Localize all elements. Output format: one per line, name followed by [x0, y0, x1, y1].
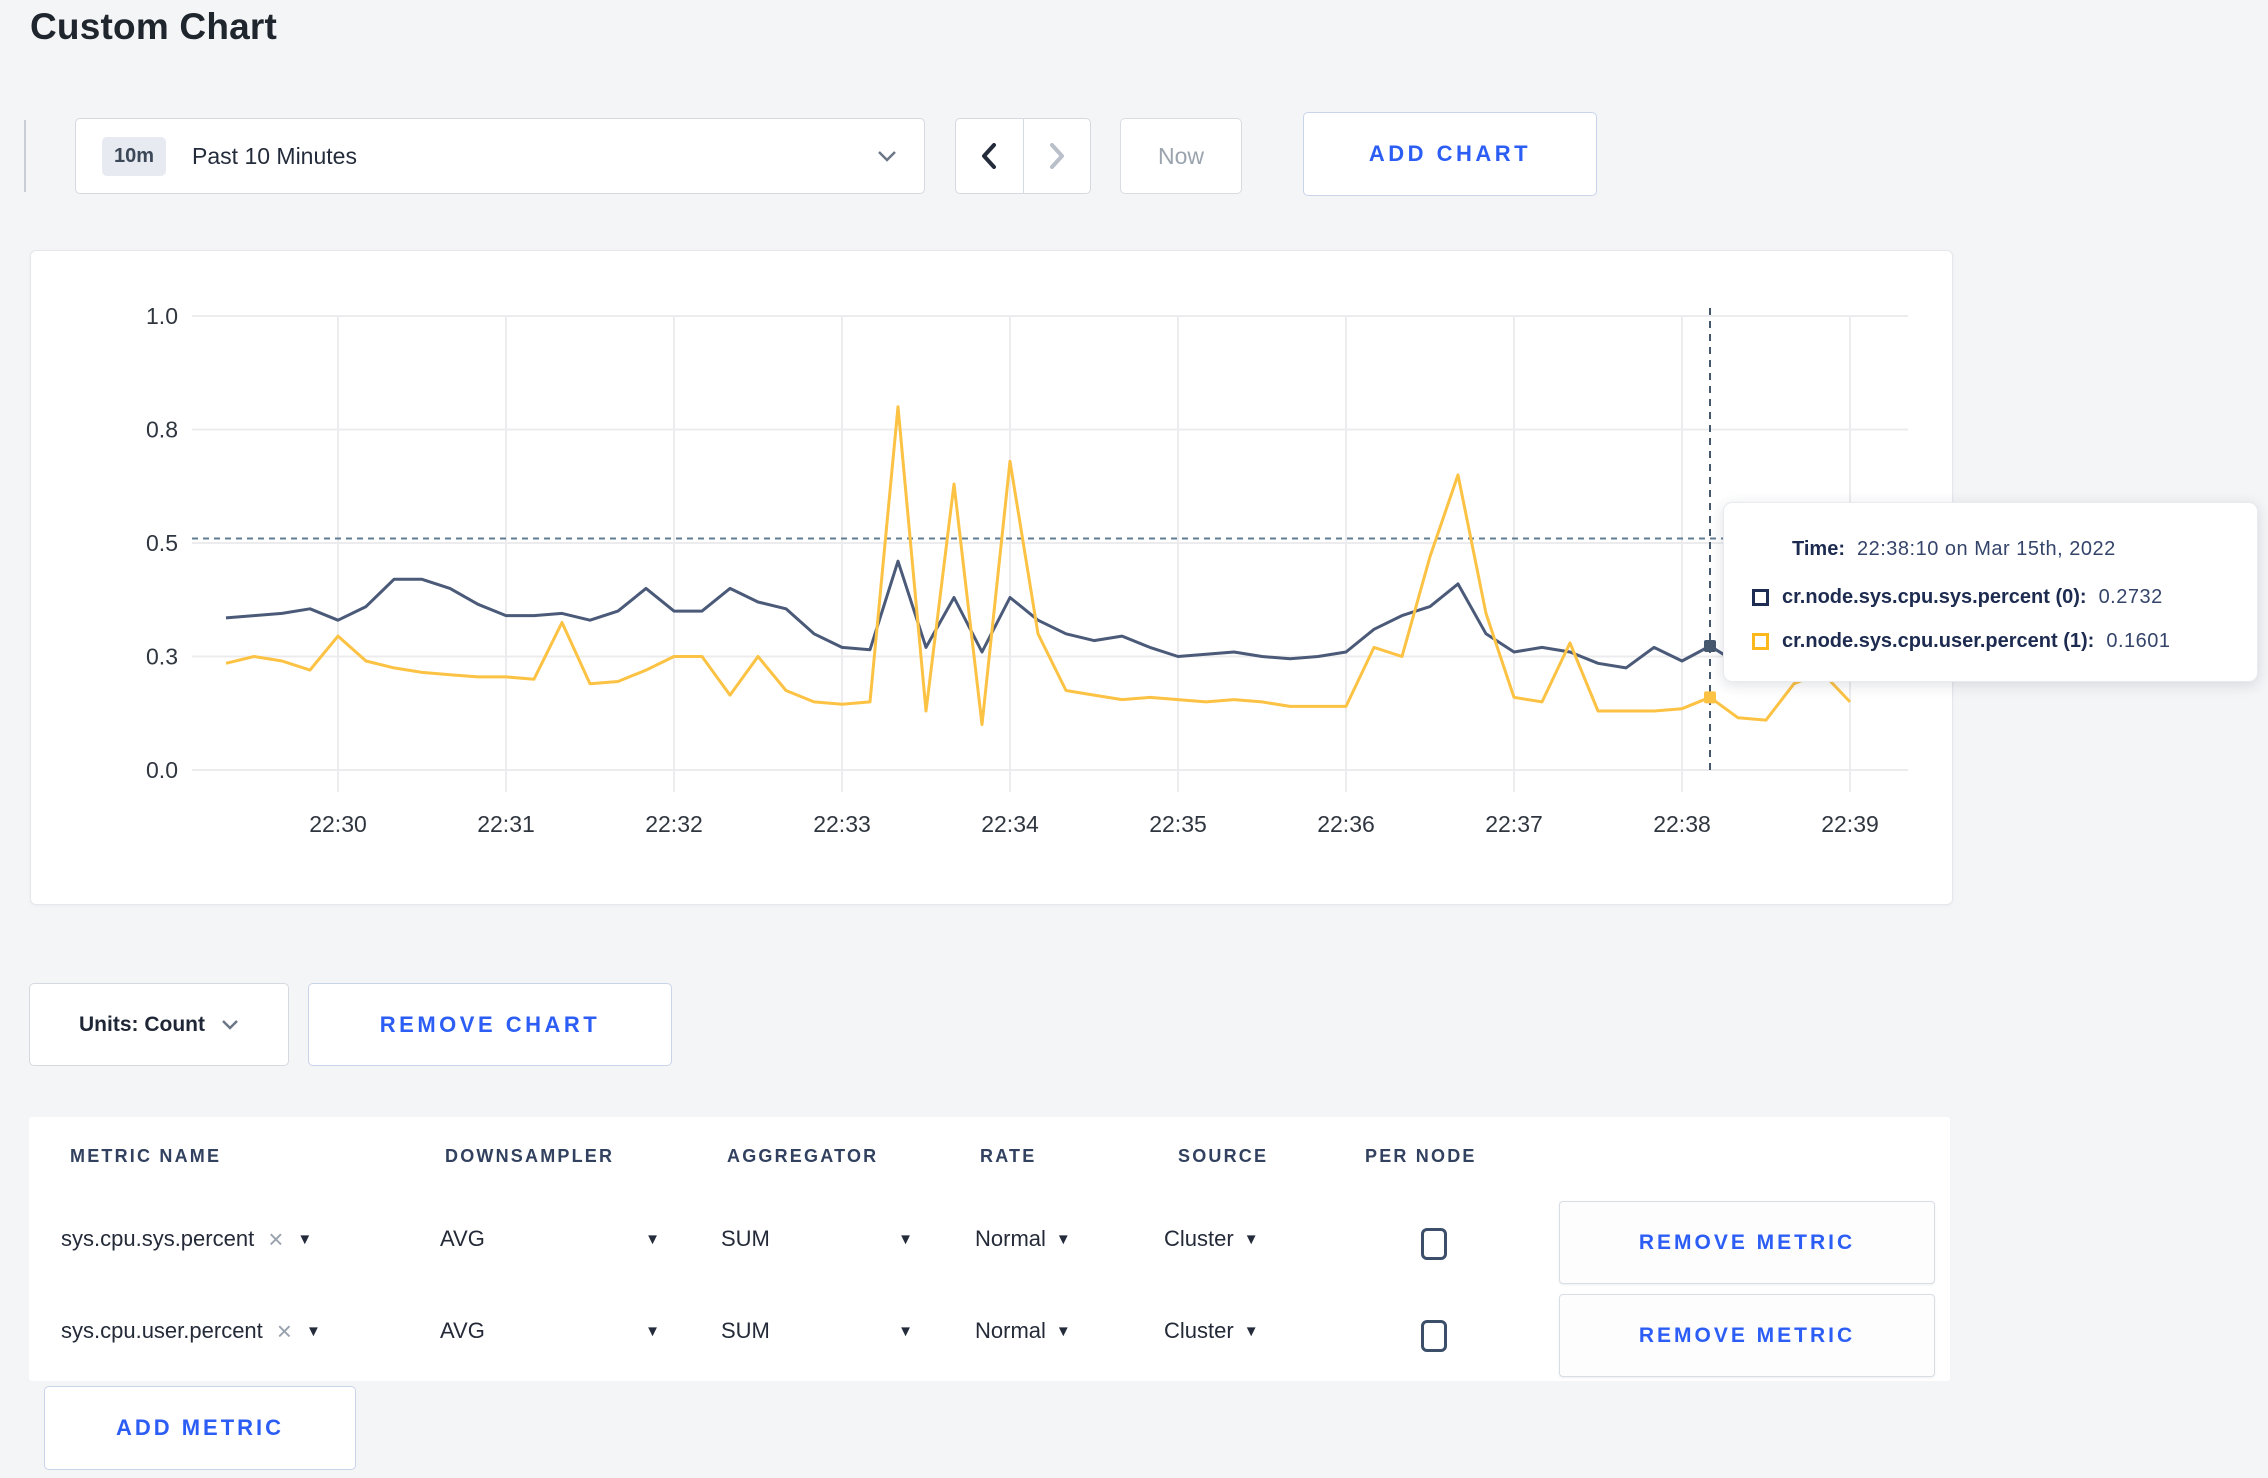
- col-header-aggregator: AGGREGATOR: [727, 1146, 879, 1166]
- x-axis-tick-label: 22:33: [813, 811, 871, 837]
- metric-name-text: sys.cpu.user.percent: [61, 1318, 263, 1343]
- chevron-left-icon: [982, 143, 997, 169]
- y-axis-tick-label: 0.8: [146, 417, 178, 443]
- units-dropdown[interactable]: Units: Count: [29, 983, 289, 1066]
- chevron-down-icon: [222, 1019, 238, 1030]
- x-axis-tick-label: 22:39: [1821, 811, 1879, 837]
- x-axis-tick-label: 22:37: [1485, 811, 1543, 837]
- downsampler-value: AVG: [440, 1318, 485, 1343]
- time-range-label: Past 10 Minutes: [192, 142, 357, 169]
- downsampler-value: AVG: [440, 1226, 485, 1251]
- y-axis-tick-label: 0.0: [146, 757, 178, 783]
- per-node-checkbox[interactable]: [1421, 1320, 1447, 1352]
- aggregator-value: SUM: [721, 1318, 770, 1343]
- table-row-metric-name[interactable]: sys.cpu.sys.percent × ▼: [61, 1226, 312, 1252]
- caret-down-icon: ▼: [645, 1230, 660, 1248]
- downsampler-select[interactable]: AVG ▼: [440, 1226, 660, 1252]
- caret-down-icon: ▼: [1243, 1322, 1259, 1340]
- now-button[interactable]: Now: [1120, 118, 1242, 194]
- remove-metric-button[interactable]: REMOVE METRIC: [1559, 1201, 1935, 1284]
- prev-time-button[interactable]: [956, 119, 1024, 193]
- x-axis-tick-label: 22:32: [645, 811, 703, 837]
- remove-chart-button[interactable]: REMOVE CHART: [308, 983, 672, 1066]
- caret-down-icon[interactable]: ▼: [297, 1231, 312, 1248]
- col-header-metric-name: METRIC NAME: [70, 1146, 222, 1166]
- chart-hover-tooltip: Time: 22:38:10 on Mar 15th, 2022 cr.node…: [1723, 502, 2258, 682]
- rate-select[interactable]: Normal ▼: [975, 1226, 1071, 1252]
- caret-down-icon[interactable]: ▼: [306, 1323, 321, 1340]
- x-axis-tick-label: 22:36: [1317, 811, 1375, 837]
- timeseries-chart[interactable]: 0.0 0.3 0.5 0.8 1.0 22:30 22:31 22:32 22:33 22:34…: [30, 250, 1953, 905]
- x-axis-tick-label: 22:31: [477, 811, 535, 837]
- chevron-right-icon: [1049, 143, 1064, 169]
- y-axis-tick-label: 1.0: [146, 303, 178, 329]
- series-line-sys: [225, 559, 1879, 670]
- col-header-source: SOURCE: [1178, 1146, 1269, 1166]
- x-axis-tick-label: 22:34: [981, 811, 1039, 837]
- tooltip-series-value: 0.1601: [2106, 629, 2171, 652]
- source-value: Cluster: [1164, 1226, 1234, 1251]
- hover-point-user: [1704, 691, 1716, 704]
- table-row-metric-name[interactable]: sys.cpu.user.percent × ▼: [61, 1318, 321, 1344]
- rate-value: Normal: [975, 1226, 1046, 1251]
- col-header-rate: RATE: [980, 1146, 1037, 1166]
- tooltip-series-row: cr.node.sys.cpu.sys.percent (0): 0.2732: [1752, 575, 2233, 619]
- tooltip-series-name: cr.node.sys.cpu.user.percent (1):: [1782, 629, 2095, 652]
- source-select[interactable]: Cluster ▼: [1164, 1226, 1259, 1252]
- x-axis-tick-label: 22:38: [1653, 811, 1711, 837]
- metric-name-text: sys.cpu.sys.percent: [61, 1226, 255, 1251]
- series-swatch-sys-icon: [1752, 588, 1769, 606]
- hover-point-sys: [1704, 639, 1716, 652]
- tooltip-series-row: cr.node.sys.cpu.user.percent (1): 0.1601: [1752, 619, 2233, 663]
- toolbar-divider: [24, 120, 26, 192]
- tooltip-time-row: Time: 22:38:10 on Mar 15th, 2022: [1752, 527, 2233, 571]
- aggregator-select[interactable]: SUM ▼: [721, 1318, 913, 1344]
- time-range-badge: 10m: [102, 136, 167, 176]
- caret-down-icon: ▼: [1055, 1230, 1071, 1248]
- y-axis-tick-label: 0.3: [146, 644, 178, 670]
- per-node-checkbox[interactable]: [1421, 1228, 1447, 1260]
- units-label: Units: Count: [79, 1012, 205, 1036]
- remove-metric-button[interactable]: REMOVE METRIC: [1559, 1294, 1935, 1377]
- tooltip-series-name: cr.node.sys.cpu.sys.percent (0):: [1782, 585, 2087, 608]
- tooltip-series-value: 0.2732: [2098, 585, 2163, 608]
- series-line-user: [225, 405, 1852, 727]
- tooltip-time-value: 22:38:10 on Mar 15th, 2022: [1856, 537, 2116, 560]
- caret-down-icon: ▼: [898, 1230, 913, 1248]
- x-axis-tick-label: 22:30: [309, 811, 367, 837]
- col-header-downsampler: DOWNSAMPLER: [445, 1146, 615, 1166]
- series-swatch-user-icon: [1752, 632, 1769, 650]
- source-select[interactable]: Cluster ▼: [1164, 1318, 1259, 1344]
- time-range-dropdown[interactable]: 10m Past 10 Minutes: [75, 118, 925, 194]
- page-title: Custom Chart: [30, 6, 278, 47]
- source-value: Cluster: [1164, 1318, 1234, 1343]
- remove-tag-icon[interactable]: ×: [273, 1318, 296, 1344]
- caret-down-icon: ▼: [1243, 1230, 1259, 1248]
- remove-tag-icon[interactable]: ×: [264, 1226, 287, 1252]
- col-header-per-node: PER NODE: [1365, 1146, 1477, 1166]
- time-pager: [955, 118, 1091, 194]
- add-metric-button[interactable]: ADD METRIC: [44, 1386, 356, 1470]
- caret-down-icon: ▼: [645, 1322, 660, 1340]
- caret-down-icon: ▼: [898, 1322, 913, 1340]
- aggregator-value: SUM: [721, 1226, 770, 1251]
- next-time-button[interactable]: [1024, 119, 1091, 193]
- chevron-down-icon: [878, 151, 896, 162]
- rate-value: Normal: [975, 1318, 1046, 1343]
- aggregator-select[interactable]: SUM ▼: [721, 1226, 913, 1252]
- tooltip-time-label: Time:: [1792, 537, 1845, 560]
- rate-select[interactable]: Normal ▼: [975, 1318, 1071, 1344]
- y-axis-tick-label: 0.5: [146, 530, 178, 556]
- add-chart-button[interactable]: ADD CHART: [1303, 112, 1597, 196]
- x-axis-tick-label: 22:35: [1149, 811, 1207, 837]
- caret-down-icon: ▼: [1055, 1322, 1071, 1340]
- downsampler-select[interactable]: AVG ▼: [440, 1318, 660, 1344]
